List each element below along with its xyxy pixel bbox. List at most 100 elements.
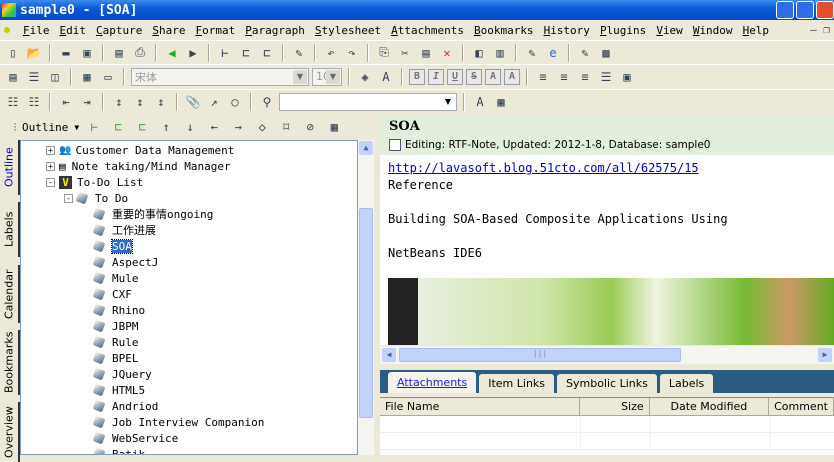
- back-icon[interactable]: ◀: [163, 44, 181, 62]
- view-icon-1[interactable]: ◧: [470, 44, 488, 62]
- layout-icon-3[interactable]: ◫: [46, 68, 64, 86]
- tab-symbolic-links[interactable]: Symbolic Links: [557, 374, 657, 393]
- menu-file[interactable]: File: [18, 24, 55, 37]
- subscript-button[interactable]: A: [504, 68, 520, 85]
- open-icon[interactable]: 📂: [25, 44, 43, 62]
- tree-node[interactable]: Andriod: [92, 398, 158, 414]
- tree-node[interactable]: - V To-Do List: [46, 174, 143, 190]
- justify-icon[interactable]: ☰: [597, 68, 615, 86]
- tree-scrollbar[interactable]: ▲: [358, 140, 374, 455]
- tab-labels[interactable]: Labels: [659, 374, 714, 393]
- tree-node[interactable]: Rhino: [92, 302, 145, 318]
- outdent-icon[interactable]: ⇤: [57, 93, 75, 111]
- layout-icon-5[interactable]: ▭: [99, 68, 117, 86]
- menu-bookmarks[interactable]: Bookmarks: [469, 24, 539, 37]
- tree-node[interactable]: SOA: [92, 238, 133, 254]
- outline-label[interactable]: Outline: [22, 121, 68, 134]
- menu-window[interactable]: Window: [688, 24, 738, 37]
- col-file-name[interactable]: File Name: [380, 398, 580, 416]
- move-down-icon[interactable]: ↓: [181, 118, 199, 136]
- tree-node[interactable]: JBPM: [92, 318, 139, 334]
- side-tab-overview[interactable]: Overview: [0, 402, 20, 462]
- tree-node[interactable]: 重要的事情ongoing: [92, 206, 213, 222]
- binoculars-icon[interactable]: ⚲: [258, 93, 276, 111]
- new-icon[interactable]: ▯: [4, 44, 22, 62]
- font-size-select[interactable]: 10 ▼: [312, 67, 342, 86]
- comment-icon[interactable]: ○: [226, 93, 244, 111]
- side-tab-bookmarks[interactable]: Bookmarks: [0, 330, 20, 395]
- edit-note-icon[interactable]: ✎: [576, 44, 594, 62]
- note-link[interactable]: http://lavasoft.blog.51cto.com/all/62575…: [388, 161, 699, 175]
- redo-icon[interactable]: ↷: [343, 44, 361, 62]
- menu-help[interactable]: Help: [738, 24, 775, 37]
- tree-node[interactable]: Rule: [92, 334, 139, 350]
- layout-icon-2[interactable]: ☰: [25, 68, 43, 86]
- tree-icon-3[interactable]: ⊏: [258, 44, 276, 62]
- maximize-button[interactable]: [796, 1, 814, 19]
- tree-icon-2[interactable]: ⊏: [237, 44, 255, 62]
- tree-node[interactable]: Mule: [92, 270, 139, 286]
- notes-icon[interactable]: ✎: [523, 44, 541, 62]
- text-style-icon[interactable]: A: [471, 93, 489, 111]
- add-sibling-after-icon[interactable]: ⊏: [133, 118, 151, 136]
- tree-node[interactable]: Job Interview Companion: [92, 414, 264, 430]
- expander-icon[interactable]: +: [46, 145, 55, 155]
- paste-icon[interactable]: ▤: [417, 44, 435, 62]
- menu-history[interactable]: History: [539, 24, 595, 37]
- menu-format[interactable]: Format: [191, 24, 241, 37]
- delete-icon[interactable]: ✕: [438, 44, 456, 62]
- menu-view[interactable]: View: [651, 24, 688, 37]
- forward-icon[interactable]: ▶: [184, 44, 202, 62]
- col-date-modified[interactable]: Date Modified: [649, 398, 770, 416]
- expander-icon[interactable]: -: [64, 193, 73, 203]
- tree-node[interactable]: HTML5: [92, 382, 145, 398]
- tab-attachments[interactable]: Attachments: [388, 372, 477, 393]
- tree-node[interactable]: 工作进展: [92, 222, 156, 238]
- tree-node[interactable]: CXF: [92, 286, 132, 302]
- minimize-button[interactable]: [776, 1, 794, 19]
- cut-icon[interactable]: ✂: [396, 44, 414, 62]
- chevron-down-icon[interactable]: ▼: [74, 123, 79, 132]
- numbered-list-icon[interactable]: ☷: [4, 93, 22, 111]
- scroll-right-button[interactable]: ▶: [818, 348, 832, 362]
- align-right-icon[interactable]: ≡: [576, 68, 594, 86]
- tree-node[interactable]: AspectJ: [92, 254, 158, 270]
- tree-node[interactable]: WebService: [92, 430, 178, 446]
- tree-node[interactable]: + ▤ Note taking/Mind Manager: [46, 158, 231, 174]
- browser-icon[interactable]: e: [544, 44, 562, 62]
- icon-picker-icon[interactable]: ◇: [253, 118, 271, 136]
- align-center-icon[interactable]: ≡: [555, 68, 573, 86]
- tree-node[interactable]: BPEL: [92, 350, 139, 366]
- italic-button[interactable]: I: [428, 68, 444, 85]
- font-color-icon[interactable]: A: [377, 68, 395, 86]
- col-size[interactable]: Size: [579, 398, 650, 416]
- add-sibling-icon[interactable]: ⊏: [109, 118, 127, 136]
- scroll-left-button[interactable]: ◀: [382, 348, 396, 362]
- move-right-icon[interactable]: →: [229, 118, 247, 136]
- editor-hscrollbar[interactable]: ◀ ||| ▶: [380, 346, 834, 364]
- wrap-icon[interactable]: ▣: [618, 68, 636, 86]
- line-spacing-icon-1[interactable]: ↕: [110, 93, 128, 111]
- indent-icon[interactable]: ⇥: [78, 93, 96, 111]
- scroll-thumb[interactable]: [359, 208, 373, 418]
- menu-paragraph[interactable]: Paragraph: [240, 24, 310, 37]
- copy-icon[interactable]: ⎘: [375, 44, 393, 62]
- side-tab-labels[interactable]: Labels: [0, 202, 20, 257]
- layout-icon-1[interactable]: ▤: [4, 68, 22, 86]
- pencil-icon[interactable]: ✎: [290, 44, 308, 62]
- move-up-icon[interactable]: ↑: [157, 118, 175, 136]
- layout-icon-4[interactable]: ▦: [78, 68, 96, 86]
- close-button[interactable]: [816, 1, 834, 19]
- save-all-icon[interactable]: ▣: [78, 44, 96, 62]
- bold-button[interactable]: B: [409, 68, 425, 85]
- search-combo[interactable]: ▼: [279, 92, 457, 111]
- print-icon[interactable]: ⎙: [131, 44, 149, 62]
- undo-icon[interactable]: ↶: [322, 44, 340, 62]
- save-icon[interactable]: ▬: [57, 44, 75, 62]
- superscript-button[interactable]: A: [485, 68, 501, 85]
- menu-capture[interactable]: Capture: [91, 24, 147, 37]
- line-spacing-icon-3[interactable]: ↕: [152, 93, 170, 111]
- side-tab-calendar[interactable]: Calendar: [0, 265, 20, 323]
- shortcut-icon[interactable]: ↗: [205, 93, 223, 111]
- scroll-up-button[interactable]: ▲: [359, 141, 373, 155]
